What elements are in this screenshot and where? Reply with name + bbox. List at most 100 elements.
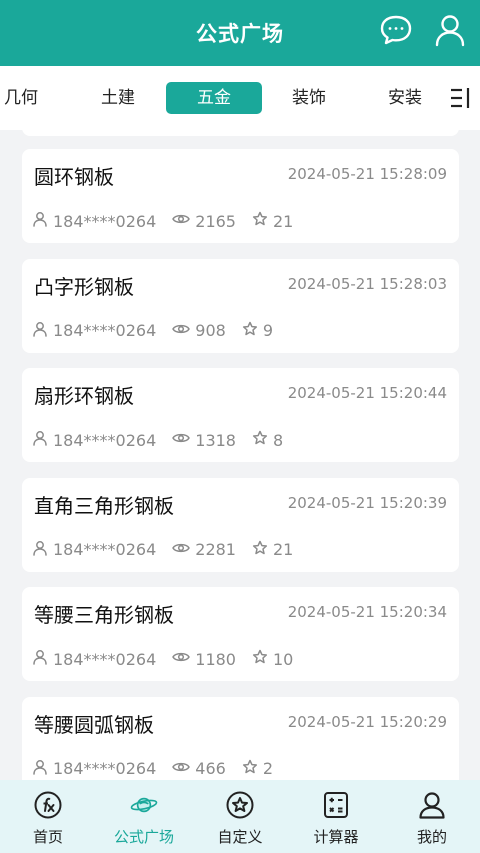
list-item[interactable]: 等腰三角形钢板 2024-05-21 15:20:34 184****0264 118… [22, 587, 459, 681]
star-icon [242, 321, 263, 341]
nav-label: 计算器 [313, 828, 359, 846]
star-count-value: 21 [272, 540, 294, 559]
user-icon [32, 211, 53, 231]
star-icon [252, 649, 273, 669]
tab-geometry[interactable]: 几何 [0, 82, 46, 114]
author: 184****0264 [32, 321, 156, 341]
nav-item-home[interactable]: 首页 [0, 780, 96, 853]
item-timestamp: 2024-05-21 15:28:03 [287, 274, 447, 293]
view-count-value: 466 [195, 759, 226, 778]
tab-installation[interactable]: 安装 [374, 82, 436, 114]
user-icon [32, 430, 53, 450]
list-item[interactable]: 圆环钢板 2024-05-21 15:28:09 184****0264 2165 21 [22, 149, 459, 243]
eye-icon [172, 649, 195, 669]
author: 184****0264 [32, 759, 156, 779]
view-count: 1180 [172, 649, 236, 669]
list-item-partial[interactable] [22, 130, 459, 136]
nav-item-custom[interactable]: 自定义 [192, 780, 288, 853]
star-icon [252, 211, 273, 231]
tab-decoration[interactable]: 装饰 [279, 82, 339, 114]
star-count[interactable]: 2 [242, 759, 273, 779]
nav-item-formula-square[interactable]: 公式广场 [96, 780, 192, 853]
author: 184****0264 [32, 540, 156, 560]
item-meta: 184****0264 2165 21 [32, 209, 309, 233]
nav-item-mine[interactable]: 我的 [384, 780, 480, 853]
tab-hardware[interactable]: 五金 [166, 82, 262, 114]
user-icon [32, 649, 53, 669]
author-phone: 184****0264 [53, 759, 157, 778]
star-icon [252, 540, 273, 560]
view-count: 1318 [172, 430, 236, 450]
item-meta: 184****0264 1318 8 [32, 428, 299, 452]
author-phone: 184****0264 [53, 211, 157, 231]
nav-label: 公式广场 [113, 828, 174, 846]
calculator-icon [321, 790, 351, 820]
star-count[interactable]: 21 [252, 211, 293, 231]
view-count-value: 2281 [195, 540, 236, 559]
bottom-nav: 首页 公式广场 自定义 计算器 我的 [0, 780, 480, 853]
list-item[interactable]: 凸字形钢板 2024-05-21 15:28:03 184****0264 908 9 [22, 258, 459, 353]
list-item[interactable]: 直角三角形钢板 2024-05-21 15:20:39 184****0264 228… [22, 477, 459, 572]
message-icon[interactable] [378, 12, 414, 48]
tab-menu-icon[interactable] [444, 82, 476, 114]
star-count[interactable]: 9 [242, 321, 273, 341]
star-count-value: 8 [272, 430, 284, 450]
item-meta: 184****0264 908 9 [32, 319, 289, 343]
view-count-value: 2165 [195, 211, 236, 231]
item-title: 等腰圆弧钢板 [34, 712, 154, 737]
tab-civil[interactable]: 土建 [88, 82, 148, 114]
author-phone: 184****0264 [53, 649, 157, 669]
eye-icon [172, 321, 195, 341]
item-title: 等腰三角形钢板 [34, 603, 174, 627]
author-phone: 184****0264 [53, 321, 157, 340]
item-timestamp: 2024-05-21 15:20:39 [287, 493, 447, 512]
item-timestamp: 2024-05-21 15:20:44 [287, 384, 447, 402]
view-count: 2165 [172, 211, 236, 231]
author-phone: 184****0264 [53, 540, 157, 559]
item-meta: 184****0264 2281 21 [32, 538, 309, 562]
eye-icon [172, 540, 195, 560]
app-header: 公式广场 [0, 0, 480, 66]
user-icon [32, 759, 53, 779]
nav-label: 首页 [32, 828, 63, 846]
item-title: 直角三角形钢板 [34, 493, 174, 518]
list-item[interactable]: 扇形环钢板 2024-05-21 15:20:44 184****0264 1318 8 [22, 368, 459, 462]
planet-icon [129, 790, 159, 820]
nav-label: 自定义 [217, 828, 263, 846]
star-count[interactable]: 10 [252, 649, 293, 669]
author: 184****0264 [32, 430, 156, 450]
fx-icon [33, 790, 63, 820]
star-count[interactable]: 21 [252, 540, 293, 560]
item-meta: 184****0264 1180 10 [32, 647, 309, 671]
list-item[interactable]: 等腰圆弧钢板 2024-05-21 15:20:29 184****0264 466 2 [22, 696, 459, 781]
user-icon [32, 540, 53, 560]
star-icon [252, 430, 273, 450]
eye-icon [172, 759, 195, 779]
formula-list: 圆环钢板 2024-05-21 15:28:09 184****0264 2165 21… [0, 130, 480, 780]
nav-item-calculator[interactable]: 计算器 [288, 780, 384, 853]
star-count-value: 10 [272, 649, 294, 669]
category-tabs: 几何 土建 五金 装饰 安装 [0, 66, 480, 130]
view-count-value: 1180 [195, 649, 236, 669]
nav-label: 我的 [416, 828, 447, 846]
item-meta: 184****0264 466 2 [32, 757, 289, 781]
item-timestamp: 2024-05-21 15:20:29 [287, 712, 447, 731]
author: 184****0264 [32, 649, 156, 669]
page-title: 公式广场 [196, 22, 284, 46]
author-phone: 184****0264 [53, 430, 157, 450]
item-timestamp: 2024-05-21 15:20:34 [287, 603, 447, 621]
item-title: 扇形环钢板 [34, 384, 134, 408]
user-icon[interactable] [432, 12, 468, 48]
eye-icon [172, 211, 195, 231]
item-title: 圆环钢板 [34, 165, 114, 189]
user-icon [32, 321, 53, 341]
star-count[interactable]: 8 [252, 430, 283, 450]
item-timestamp: 2024-05-21 15:28:09 [287, 165, 447, 183]
star-count-value: 9 [262, 321, 273, 340]
star-count-value: 2 [262, 759, 273, 778]
view-count: 908 [172, 321, 226, 341]
star-count-value: 21 [272, 211, 294, 231]
item-title: 凸字形钢板 [34, 274, 134, 299]
view-count: 466 [172, 759, 226, 779]
view-count-value: 1318 [195, 430, 236, 450]
